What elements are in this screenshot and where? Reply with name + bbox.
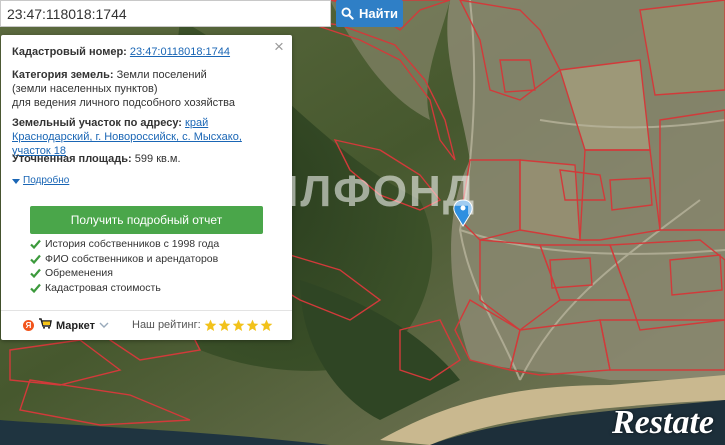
feature-item: Обременения <box>30 266 219 281</box>
details-toggle-link[interactable]: Подробно <box>12 174 69 188</box>
cadastral-number-row: Кадастровый номер: 23:47:0118018:1744 <box>12 45 230 59</box>
search-button[interactable]: Найти <box>336 0 403 27</box>
cart-icon <box>38 318 52 333</box>
cadastral-number-label: Кадастровый номер: <box>12 46 127 58</box>
chevron-down-icon <box>99 319 109 333</box>
search-button-label: Найти <box>359 6 398 21</box>
details-toggle-label: Подробно <box>23 175 70 186</box>
checkmark-icon <box>30 240 41 250</box>
star-icon <box>232 319 245 331</box>
yandex-market-link[interactable]: Я Маркет <box>23 318 109 333</box>
report-features-list: История собственников с 1998 года ФИО со… <box>30 237 219 295</box>
area-label: Уточненная площадь: <box>12 153 132 165</box>
search-input[interactable] <box>0 0 331 27</box>
address-label: Земельный участок по адресу: <box>12 117 182 129</box>
land-category-row: Категория земель: Земли поселений (земли… <box>12 68 242 110</box>
market-label: Маркет <box>56 319 95 332</box>
star-icon <box>204 319 217 331</box>
get-report-button[interactable]: Получить подробный отчет <box>30 206 263 234</box>
feature-item: ФИО собственников и арендаторов <box>30 252 219 267</box>
rating-stars <box>204 319 273 332</box>
panel-divider <box>1 310 292 311</box>
area-value: 599 кв.м. <box>134 153 181 165</box>
star-icon <box>260 319 273 331</box>
star-icon <box>246 319 259 331</box>
yandex-icon: Я <box>23 320 34 331</box>
rating-label: Наш рейтинг: <box>132 319 201 331</box>
area-row: Уточненная площадь: 599 кв.м. <box>12 152 181 166</box>
land-category-label: Категория земель: <box>12 69 114 81</box>
parcel-info-panel: × Кадастровый номер: 23:47:0118018:1744 … <box>1 35 292 340</box>
checkmark-icon <box>30 283 41 293</box>
cadastral-number-link[interactable]: 23:47:0118018:1744 <box>130 46 230 58</box>
rating-block: Наш рейтинг: <box>132 318 273 332</box>
search-icon <box>341 7 354 20</box>
star-icon <box>218 319 231 331</box>
restate-logo: Restate <box>612 404 714 441</box>
land-usage-value: для ведения личного подсобного хозяйства <box>12 97 235 109</box>
close-icon[interactable]: × <box>272 38 286 55</box>
checkmark-icon <box>30 254 41 264</box>
triangle-down-icon <box>12 178 20 184</box>
feature-item: История собственников с 1998 года <box>30 237 219 252</box>
feature-item: Кадастровая стоимость <box>30 281 219 296</box>
checkmark-icon <box>30 269 41 279</box>
